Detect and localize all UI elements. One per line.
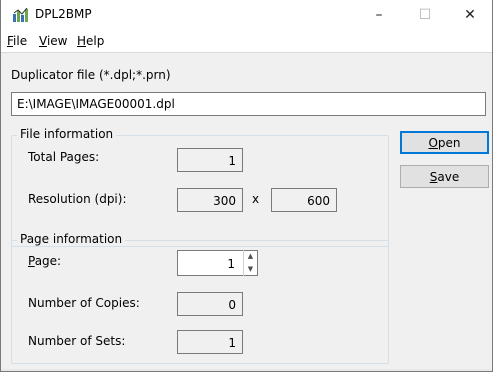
resolution-separator: x bbox=[252, 192, 260, 206]
page-label-accel: P bbox=[28, 254, 35, 268]
open-button-label: pen bbox=[437, 135, 461, 150]
page-spinner-buttons[interactable]: ▲ ▼ bbox=[243, 250, 257, 276]
maximize-icon: ☐ bbox=[418, 7, 432, 23]
total-pages-value: 1 bbox=[177, 148, 243, 172]
total-pages-label: Total Pages: bbox=[28, 150, 100, 164]
number-of-sets-value: 1 bbox=[177, 330, 243, 354]
menu-help-accel: H bbox=[77, 34, 87, 48]
save-button-label: ave bbox=[437, 169, 460, 184]
menu-bar: File View Help bbox=[1, 31, 492, 51]
close-button[interactable]: ✕ bbox=[447, 0, 493, 30]
app-icon bbox=[13, 8, 28, 22]
window-title: DPL2BMP bbox=[35, 7, 92, 21]
file-information-legend: File information bbox=[17, 127, 117, 141]
resolution-label: Resolution (dpi): bbox=[28, 192, 127, 206]
spin-down-arrow-icon[interactable]: ▼ bbox=[244, 263, 257, 275]
number-of-copies-value: 0 bbox=[177, 292, 243, 316]
menu-view-accel: V bbox=[39, 34, 47, 48]
resolution-x-value: 300 bbox=[177, 188, 243, 212]
save-button-accel: S bbox=[429, 169, 438, 184]
menu-file[interactable]: File bbox=[7, 34, 27, 48]
duplicator-file-label: Duplicator file (*.dpl;*.prn) bbox=[11, 68, 171, 82]
duplicator-file-input[interactable]: E:\IMAGE\IMAGE00001.dpl bbox=[11, 92, 486, 116]
menu-help-label: elp bbox=[86, 34, 105, 48]
minimize-button[interactable]: – bbox=[356, 0, 402, 30]
resolution-y-value: 600 bbox=[271, 188, 337, 212]
title-bar[interactable]: DPL2BMP – ☐ ✕ bbox=[1, 0, 492, 30]
open-button[interactable]: Open bbox=[400, 131, 489, 154]
number-of-copies-label: Number of Copies: bbox=[28, 296, 140, 310]
save-button[interactable]: Save bbox=[400, 165, 489, 188]
minimize-icon: – bbox=[375, 7, 383, 23]
page-label: Page: bbox=[28, 254, 61, 268]
client-area: Duplicator file (*.dpl;*.prn) E:\IMAGE\I… bbox=[1, 52, 492, 371]
spin-up-arrow-icon[interactable]: ▲ bbox=[244, 250, 257, 262]
page-information-group: Page information Page: 1 ▲ ▼ Number of C… bbox=[11, 232, 389, 364]
close-icon: ✕ bbox=[464, 7, 476, 23]
menu-file-label: ile bbox=[13, 34, 28, 48]
number-of-sets-label: Number of Sets: bbox=[28, 334, 126, 348]
menu-view-label: iew bbox=[46, 34, 68, 48]
page-label-text: age: bbox=[34, 254, 62, 268]
file-information-group: File information Total Pages: 1 Resoluti… bbox=[11, 127, 389, 247]
page-information-legend: Page information bbox=[17, 232, 126, 246]
maximize-button[interactable]: ☐ bbox=[402, 0, 448, 30]
menu-help[interactable]: Help bbox=[77, 34, 104, 48]
app-window: DPL2BMP – ☐ ✕ File View Help Duplicator … bbox=[0, 0, 493, 372]
menu-view[interactable]: View bbox=[39, 34, 67, 48]
open-button-accel: O bbox=[428, 135, 438, 150]
window-bottom-edge bbox=[1, 369, 492, 371]
